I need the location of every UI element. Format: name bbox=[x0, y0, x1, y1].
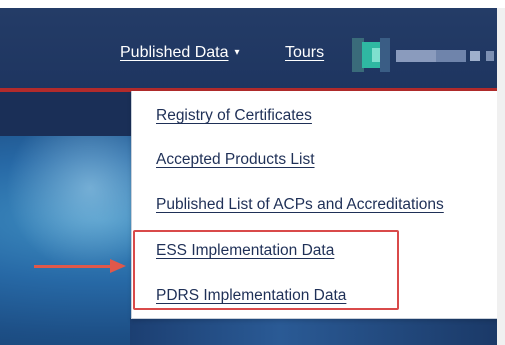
screenshot-frame: Published Data ▾ Tours Registry of Certif… bbox=[0, 0, 505, 345]
nav-tours[interactable]: Tours bbox=[285, 44, 324, 62]
published-data-dropdown-menu: Registry of Certificates Accepted Produc… bbox=[131, 91, 505, 319]
page-edge-strip bbox=[497, 8, 505, 345]
pixel-block bbox=[380, 38, 390, 72]
arrow-head bbox=[110, 259, 126, 273]
top-navbar: Published Data ▾ Tours bbox=[0, 8, 505, 90]
arrow-shaft bbox=[34, 265, 114, 268]
menu-item-pdrs-implementation-data[interactable]: PDRS Implementation Data bbox=[156, 287, 346, 305]
hero-image-glow bbox=[0, 136, 150, 266]
pixel-block bbox=[486, 51, 494, 61]
hero-image-lower bbox=[130, 318, 505, 345]
menu-item-published-list-acps[interactable]: Published List of ACPs and Accreditation… bbox=[156, 196, 444, 214]
pixel-block bbox=[436, 50, 466, 62]
chevron-down-icon[interactable]: ▾ bbox=[235, 47, 240, 58]
nav-published-data[interactable]: Published Data ▾ bbox=[120, 44, 240, 62]
menu-item-registry-of-certificates[interactable]: Registry of Certificates bbox=[156, 107, 312, 125]
window-top-strip bbox=[0, 0, 505, 8]
menu-item-accepted-products-list[interactable]: Accepted Products List bbox=[156, 151, 315, 169]
menu-item-ess-implementation-data[interactable]: ESS Implementation Data bbox=[156, 242, 334, 260]
pixel-block bbox=[396, 50, 436, 62]
pixel-block bbox=[470, 51, 480, 61]
nav-published-data-label[interactable]: Published Data bbox=[120, 44, 229, 61]
